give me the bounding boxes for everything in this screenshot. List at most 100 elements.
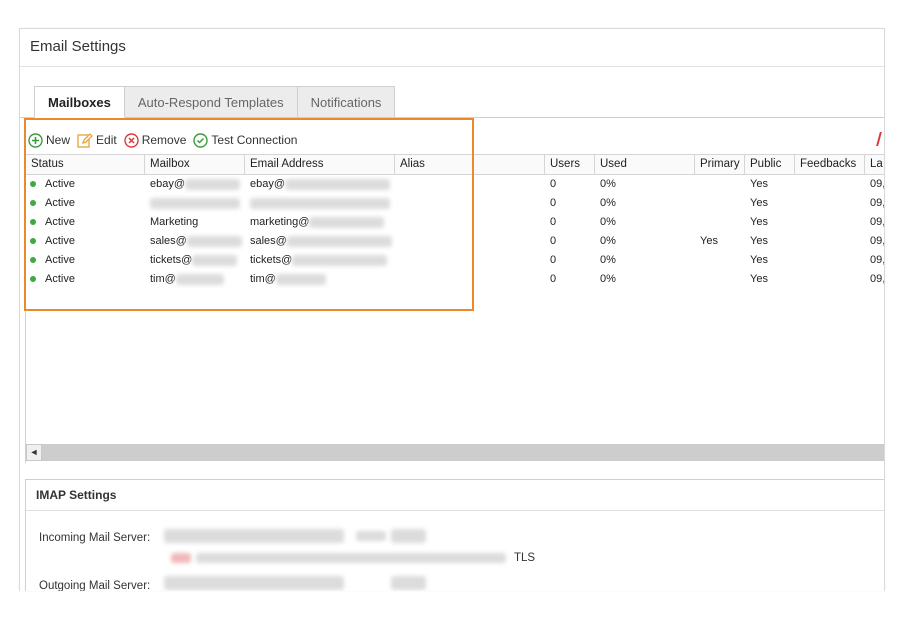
last-cell: 09,: [870, 178, 885, 190]
grid-header: Status Mailbox Email Address Alias Users…: [26, 154, 884, 175]
email-text: sales@: [250, 235, 287, 247]
redacted-text: [185, 178, 241, 190]
public-cell: Yes: [750, 178, 768, 190]
mailbox-cell: tim@: [145, 270, 245, 289]
test-connection-button[interactable]: Test Connection: [193, 132, 298, 148]
column-header-email-address[interactable]: Email Address: [245, 155, 395, 174]
mailbox-cell: sales@: [145, 232, 245, 251]
public-cell: Yes: [750, 197, 768, 209]
users-cell: 0: [550, 216, 557, 228]
status-text: Active: [45, 178, 75, 190]
email-cell: tim@: [245, 270, 395, 289]
overflow-indicator: [876, 132, 884, 146]
tab-notifications[interactable]: Notifications: [296, 86, 396, 118]
public-cell: Yes: [750, 235, 768, 247]
used-cell: 0%: [600, 254, 616, 266]
column-header-alias[interactable]: Alias: [395, 155, 545, 174]
redacted-text: [309, 216, 385, 228]
pencil-icon: [77, 132, 93, 148]
users-cell: 0: [550, 178, 557, 190]
tab-bar: Mailboxes Auto-Respond Templates Notific…: [34, 86, 396, 118]
redacted-text: [150, 197, 240, 209]
column-header-mailbox[interactable]: Mailbox: [145, 155, 245, 174]
email-text: marketing@: [250, 216, 310, 228]
status-dot-icon: [30, 275, 36, 282]
column-header-status[interactable]: Status: [26, 155, 145, 174]
mailbox-cell: ebay@: [145, 175, 245, 194]
mailbox-text: tim@: [150, 273, 176, 285]
column-header-feedbacks[interactable]: Feedbacks: [795, 155, 865, 174]
table-row[interactable]: Active ebay@ ebay@ 0 0% Yes 09,: [26, 175, 884, 194]
email-cell: tickets@: [245, 251, 395, 270]
tab-mailboxes[interactable]: Mailboxes: [34, 86, 125, 118]
primary-cell: [695, 270, 745, 289]
email-text: ebay@: [250, 178, 286, 190]
new-button[interactable]: New: [28, 132, 71, 148]
redacted-text: [175, 273, 224, 285]
section-divider: [26, 510, 884, 511]
remove-button[interactable]: Remove: [124, 132, 187, 148]
redacted-text: [356, 531, 386, 541]
last-cell: 09,: [870, 273, 885, 285]
email-text: tim@: [250, 273, 276, 285]
table-row[interactable]: Active tickets@ tickets@ 0 0% Yes 09,: [26, 251, 884, 270]
redacted-text: [186, 235, 242, 247]
primary-cell: [695, 251, 745, 270]
email-text: tickets@: [250, 254, 293, 266]
primary-cell: [695, 194, 745, 213]
redacted-text: [275, 273, 326, 285]
status-dot-icon: [30, 218, 36, 225]
email-cell: ebay@: [245, 175, 395, 194]
table-row[interactable]: Active Marketing marketing@ 0 0% Yes 09,: [26, 213, 884, 232]
used-cell: 0%: [600, 235, 616, 247]
used-cell: 0%: [600, 216, 616, 228]
status-dot-icon: [30, 237, 36, 244]
incoming-mail-server-label: Incoming Mail Server:: [39, 532, 151, 544]
table-row[interactable]: Active 0 0% Yes 09,: [26, 194, 884, 213]
table-row[interactable]: Active sales@ sales@ 0 0% Yes Yes 09,: [26, 232, 884, 251]
remove-button-label: Remove: [141, 133, 187, 147]
primary-cell: [695, 213, 745, 232]
users-cell: 0: [550, 197, 557, 209]
primary-cell: Yes: [700, 235, 718, 247]
column-header-primary[interactable]: Primary: [695, 155, 745, 174]
status-text: Active: [45, 216, 75, 228]
tab-auto-respond-templates[interactable]: Auto-Respond Templates: [123, 86, 298, 118]
column-header-public[interactable]: Public: [745, 155, 795, 174]
test-connection-label: Test Connection: [211, 133, 298, 147]
incoming-server-input[interactable]: [164, 529, 344, 543]
mailbox-text: sales@: [150, 235, 187, 247]
mailbox-cell: Marketing: [150, 216, 199, 228]
new-button-label: New: [46, 133, 71, 147]
email-cell: sales@: [245, 232, 395, 251]
mailbox-text: tickets@: [150, 254, 193, 266]
outgoing-port-input[interactable]: [391, 576, 426, 590]
used-cell: 0%: [600, 197, 616, 209]
primary-cell: [695, 175, 745, 194]
horizontal-scrollbar[interactable]: ◄: [26, 444, 884, 461]
email-cell: marketing@: [245, 213, 395, 232]
x-circle-icon: [124, 132, 139, 148]
incoming-port-input[interactable]: [391, 529, 426, 543]
toolbar: New Edit Remove Test Connection: [28, 130, 304, 150]
column-header-users[interactable]: Users: [545, 155, 595, 174]
used-cell: 0%: [600, 178, 616, 190]
column-header-last[interactable]: La: [865, 155, 884, 174]
section-title: IMAP Settings: [36, 488, 117, 502]
table-row[interactable]: Active tim@ tim@ 0 0% Yes 09,: [26, 270, 884, 289]
outgoing-mail-server-label: Outgoing Mail Server:: [39, 580, 151, 591]
scroll-left-arrow-icon[interactable]: ◄: [26, 444, 42, 461]
tls-label: TLS: [514, 552, 536, 564]
email-settings-panel: Email Settings Mailboxes Auto-Respond Te…: [19, 28, 885, 591]
title-divider: [20, 66, 884, 67]
outgoing-server-input[interactable]: [164, 576, 344, 590]
column-header-used[interactable]: Used: [595, 155, 695, 174]
users-cell: 0: [550, 235, 557, 247]
redacted-text: [250, 197, 390, 209]
edit-button[interactable]: Edit: [77, 132, 117, 148]
used-cell: 0%: [600, 273, 616, 285]
last-cell: 09,: [870, 216, 885, 228]
last-cell: 09,: [870, 197, 885, 209]
status-text: Active: [45, 235, 75, 247]
mailboxes-content: New Edit Remove Test Connection Status M…: [25, 118, 884, 463]
